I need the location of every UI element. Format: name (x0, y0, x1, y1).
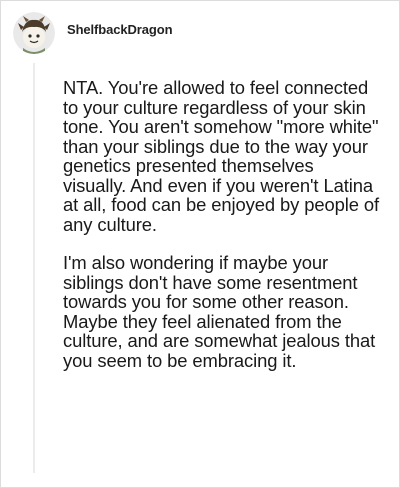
comment-paragraph: I'm also wondering if maybe your sibling… (63, 252, 376, 371)
username[interactable]: ShelfbackDragon (67, 22, 173, 37)
dragon-avatar-icon[interactable] (13, 12, 55, 54)
comment-card: ShelfbackDragon NTA. You're allowed to f… (0, 0, 400, 488)
avatar-image (13, 12, 55, 54)
thread-line[interactable] (33, 63, 35, 473)
comment-header: ShelfbackDragon (13, 11, 173, 55)
comment-paragraph: NTA. You're allowed to feel connected to… (63, 77, 380, 235)
comment-body: NTA. You're allowed to feel connected to… (63, 78, 381, 389)
